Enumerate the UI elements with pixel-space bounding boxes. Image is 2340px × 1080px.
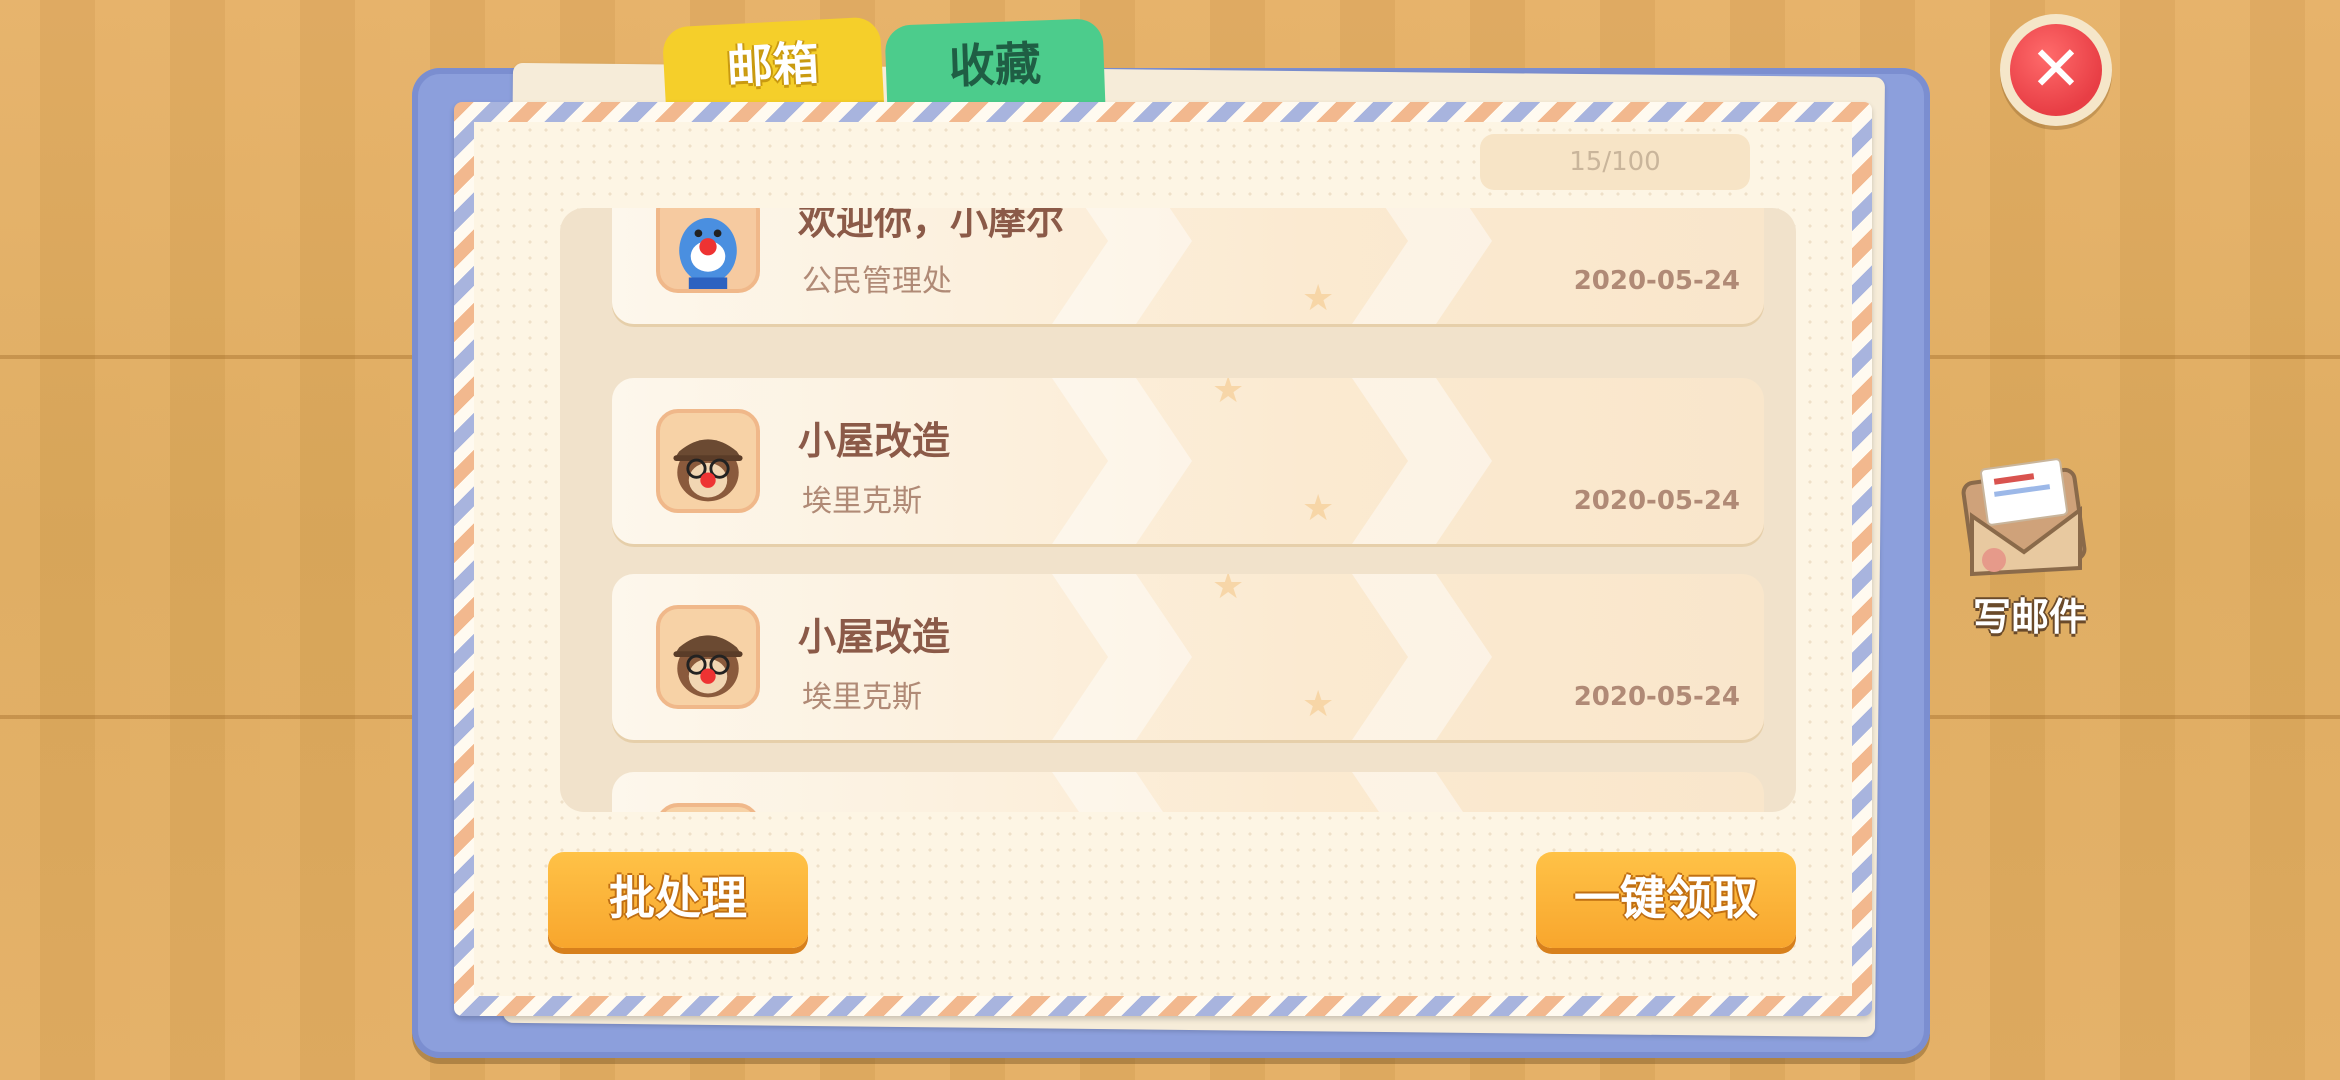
mail-date: 2020-05-24 xyxy=(1573,266,1740,296)
star-decoration: ★ xyxy=(1302,684,1335,725)
chevron-decoration xyxy=(1352,772,1492,812)
mail-item[interactable]: ★ 欢迎你，小摩尔 公民管理处 2020-05-24 xyxy=(612,208,1764,324)
mail-date: 2020-05-24 xyxy=(1573,486,1740,516)
star-decoration: ★ xyxy=(1212,574,1245,607)
star-decoration: ★ xyxy=(1302,278,1335,319)
write-mail-label: 写邮件 xyxy=(1972,595,2087,639)
mail-title: 小屋改造 xyxy=(798,419,951,463)
chevron-decoration xyxy=(1052,772,1192,812)
mail-sender: 公民管理处 xyxy=(802,264,952,299)
envelope-icon xyxy=(1961,458,2087,577)
mail-title: 欢迎你，小摩尔 xyxy=(798,208,1065,243)
chevron-decoration xyxy=(1052,378,1192,544)
close-button[interactable]: ✕ xyxy=(2000,14,2112,126)
chevron-decoration xyxy=(1352,378,1492,544)
mail-title: 小屋改造 xyxy=(798,615,951,659)
chevron-decoration xyxy=(1052,574,1192,740)
claim-all-button[interactable]: 一键领取 xyxy=(1536,852,1796,948)
batch-button[interactable]: 批处理 xyxy=(548,852,808,948)
blue-mole-avatar xyxy=(656,208,760,293)
mail-item[interactable]: ★ ★ 小屋改造 埃里克斯 2020-05-24 xyxy=(612,574,1764,740)
mail-avatar xyxy=(656,803,760,812)
mail-item[interactable] xyxy=(612,772,1764,812)
mail-date: 2020-05-24 xyxy=(1573,682,1740,712)
star-decoration: ★ xyxy=(1302,488,1335,529)
detective-mole-avatar xyxy=(656,409,760,513)
write-mail-button[interactable]: 写邮件 xyxy=(1950,456,2110,646)
chevron-decoration xyxy=(1352,574,1492,740)
chevron-decoration xyxy=(1352,208,1492,324)
detective-mole-avatar xyxy=(656,605,760,709)
mail-item[interactable]: ★ ★ 小屋改造 埃里克斯 2020-05-24 xyxy=(612,378,1764,544)
mail-sender: 埃里克斯 xyxy=(802,680,922,715)
mail-list[interactable]: ★ 欢迎你，小摩尔 公民管理处 2020-05-24 ★ ★ 小屋改造 埃里克斯… xyxy=(560,208,1796,812)
star-decoration: ★ xyxy=(1212,378,1245,411)
close-icon: ✕ xyxy=(2010,24,2102,116)
mail-sender: 埃里克斯 xyxy=(802,484,922,519)
chevron-decoration xyxy=(1052,208,1192,324)
mail-counter: 15/100 xyxy=(1480,134,1750,190)
